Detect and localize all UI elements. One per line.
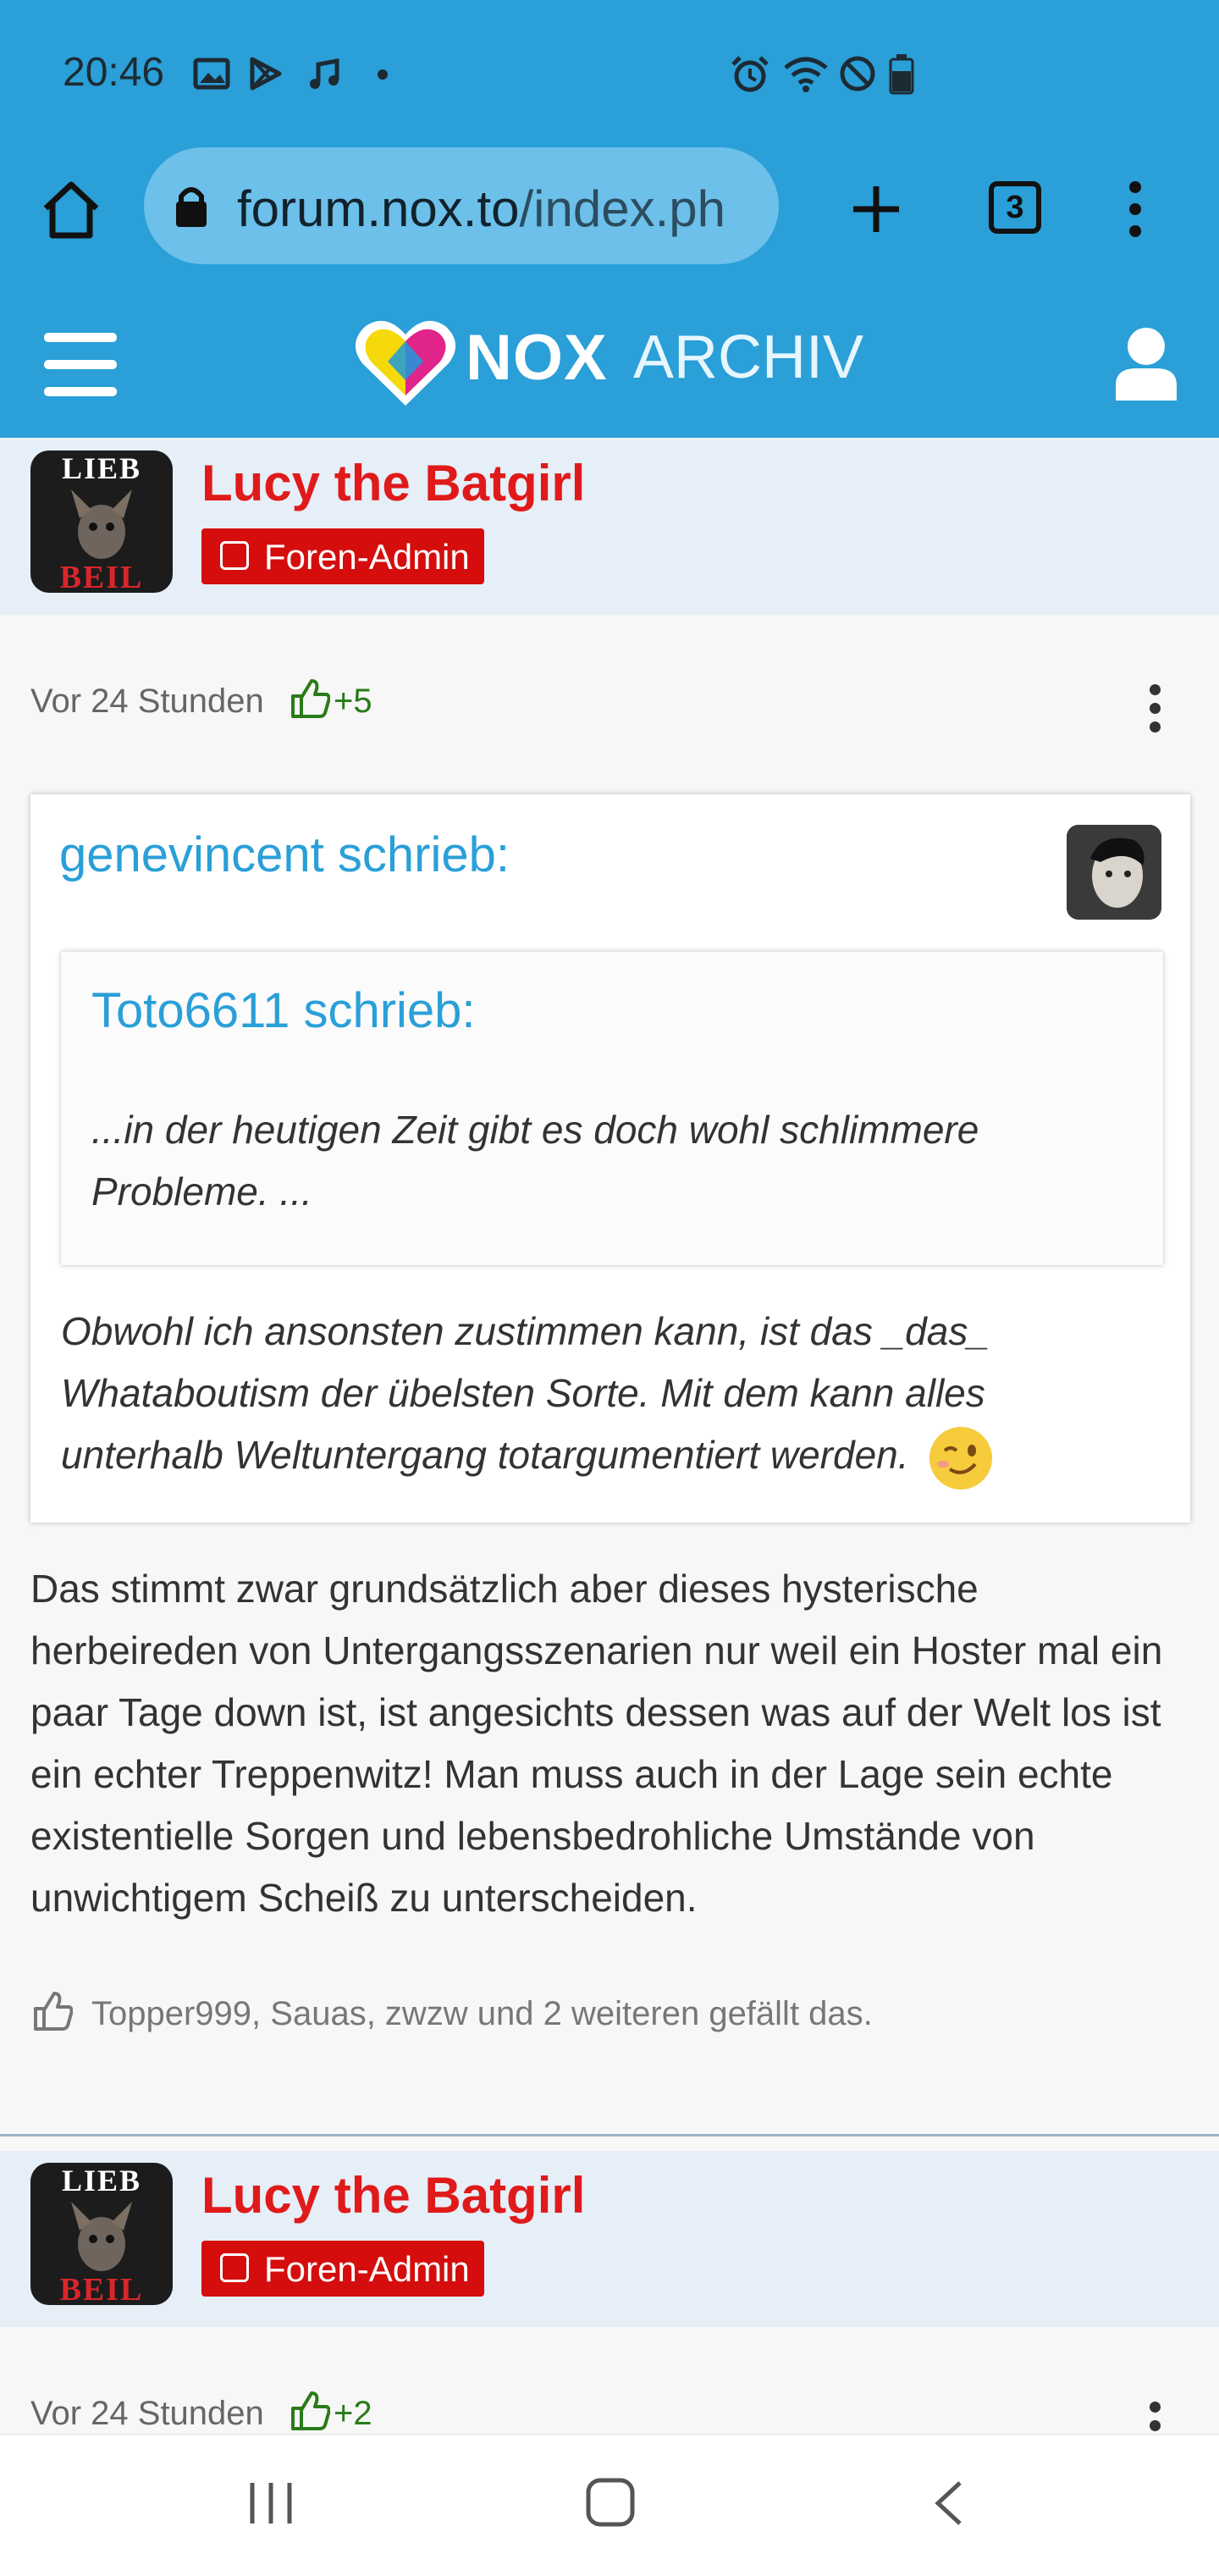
like-count: +2 (334, 2395, 372, 2432)
author-avatar[interactable]: LIEB BEIL (30, 2163, 173, 2305)
address-bar[interactable]: forum.nox.to/index.ph (144, 147, 779, 264)
url-text: forum.nox.to/index.ph (237, 180, 725, 238)
do-not-disturb-icon (840, 56, 875, 91)
wifi-icon (784, 57, 828, 92)
avatar-bottom-text: BEIL (59, 2272, 144, 2305)
battery-icon (889, 54, 914, 95)
quote-author-avatar[interactable] (1067, 825, 1161, 920)
alarm-icon (731, 56, 769, 92)
url-main: forum.nox.to (237, 180, 520, 237)
play-store-icon (250, 57, 282, 91)
post-divider (0, 2134, 1219, 2137)
post-author-bar: LIEB BEIL Lucy the Batgirl Foren-Admin (0, 2151, 1219, 2327)
rank-label: Foren-Admin (264, 2249, 470, 2289)
forum-header: NOX ARCHIV (0, 292, 1219, 438)
post-options-icon[interactable] (1150, 684, 1161, 740)
post-time[interactable]: Vor 24 Stunden (30, 683, 264, 721)
avatar-top-text: LIEB (61, 451, 142, 485)
back-nav-icon[interactable] (928, 2478, 970, 2529)
avatar-bottom-text: BEIL (59, 560, 144, 593)
user-account-icon[interactable] (1114, 326, 1178, 402)
like-summary-icon[interactable] (32, 1990, 73, 2032)
quote-text-content: Obwohl ich ansonsten zustimmen kann, ist… (61, 1309, 990, 1477)
recent-apps-icon[interactable] (245, 2478, 296, 2529)
portrait-image (1067, 825, 1161, 920)
rank-badge: Foren-Admin (201, 2241, 484, 2297)
rank-badge: Foren-Admin (201, 528, 484, 584)
author-name[interactable]: Lucy the Batgirl (201, 454, 585, 512)
thumbs-up-icon[interactable] (290, 2390, 330, 2432)
shield-icon (220, 2253, 249, 2282)
author-name[interactable]: Lucy the Batgirl (201, 2166, 585, 2225)
tab-switcher-button[interactable]: 3 (989, 181, 1041, 234)
home-icon[interactable] (39, 180, 103, 240)
post-body: Das stimmt zwar grundsätzlich aber diese… (30, 1567, 1163, 1920)
bat-image (71, 489, 132, 559)
nested-quote-block: Toto6611 schrieb: ...in der heutigen Zei… (61, 952, 1163, 1265)
wink-emoji-icon (929, 1426, 993, 1490)
nested-quote-author[interactable]: Toto6611 schrieb: (91, 982, 476, 1039)
rank-label: Foren-Admin (264, 537, 470, 577)
lock-icon (176, 187, 207, 227)
author-avatar[interactable]: LIEB BEIL (30, 451, 173, 593)
quote-author[interactable]: genevincent schrieb: (59, 826, 510, 883)
bat-image (71, 2202, 132, 2271)
like-count: +5 (334, 683, 372, 720)
dot-icon (378, 69, 388, 80)
system-nav-bar (0, 2434, 1219, 2576)
shield-icon (220, 541, 249, 570)
logo-nox: NOX (466, 322, 608, 394)
avatar-top-text: LIEB (61, 2164, 142, 2197)
likers-text[interactable]: Topper999, Sauas, zwzw und 2 weiteren ge… (91, 1995, 873, 2033)
url-path: /index.ph (519, 180, 726, 237)
post-time[interactable]: Vor 24 Stunden (30, 2395, 264, 2433)
browser-menu-icon[interactable] (1129, 181, 1141, 245)
status-bar: 20:46 (0, 0, 1219, 144)
quote-block: genevincent schrieb: Toto6611 schrieb: .… (30, 794, 1190, 1523)
post-author-bar: LIEB BEIL Lucy the Batgirl Foren-Admin (0, 439, 1219, 615)
thumbs-up-icon[interactable] (290, 677, 330, 720)
nested-quote-text: ...in der heutigen Zeit gibt es doch woh… (91, 1108, 979, 1213)
logo-archiv: ARCHIV (633, 323, 864, 391)
logo-heart-icon[interactable] (354, 318, 457, 409)
tab-count: 3 (1006, 190, 1024, 225)
new-tab-icon[interactable] (848, 181, 904, 237)
music-icon (310, 58, 339, 89)
home-nav-icon[interactable] (584, 2476, 637, 2529)
quote-text: Obwohl ich ansonsten zustimmen kann, ist… (61, 1301, 1111, 1491)
browser-toolbar: forum.nox.to/index.ph 3 (0, 144, 1219, 292)
status-time: 20:46 (63, 50, 165, 95)
image-icon (193, 58, 230, 90)
menu-icon[interactable] (44, 333, 117, 414)
